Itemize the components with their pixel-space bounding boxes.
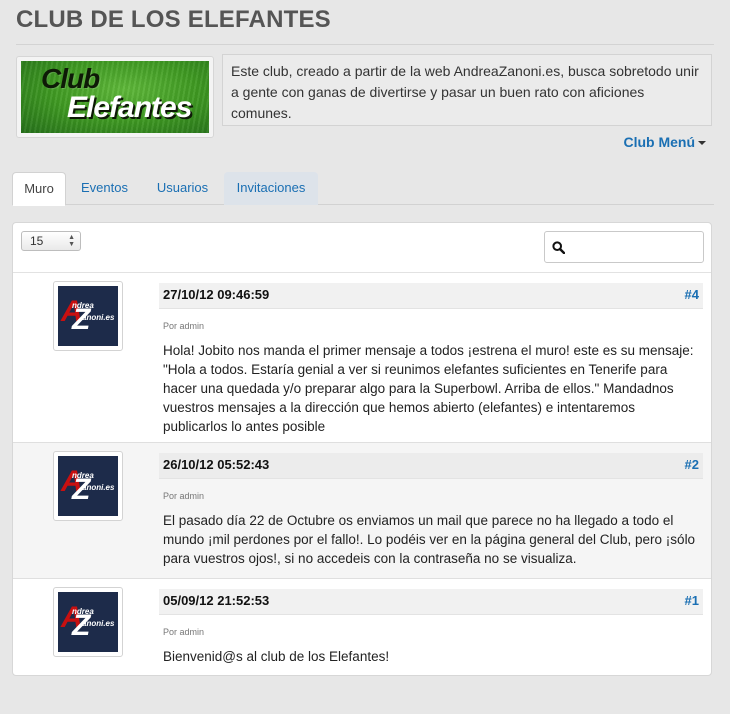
- club-description: Este club, creado a partir de la web And…: [222, 54, 712, 126]
- post-body: El pasado día 22 de Octubre os enviamos …: [163, 513, 696, 566]
- stepper-arrows-icon: ▲ ▼: [68, 234, 75, 248]
- tab-eventos[interactable]: Eventos: [68, 172, 141, 205]
- post-body: Bienvenid@s al club de los Elefantes!: [163, 649, 390, 664]
- post-author: Por admin: [163, 627, 205, 637]
- logo-text-elefantes: Elefantes: [67, 91, 192, 124]
- tab-muro[interactable]: Muro: [12, 172, 66, 206]
- club-logo: Club Elefantes: [21, 61, 209, 133]
- post-date: 26/10/12 05:52:43: [163, 457, 270, 472]
- avatar: A Z ndrea anoni.es: [53, 281, 123, 351]
- search-input[interactable]: [544, 231, 704, 263]
- wall-post: A Z ndrea anoni.es 05/09/12 21:52:53 #1 …: [13, 579, 711, 675]
- club-menu-dropdown[interactable]: Club Menú: [623, 134, 706, 150]
- post-header: 05/09/12 21:52:53 #1: [159, 589, 703, 615]
- wall-post: A Z ndrea anoni.es 27/10/12 09:46:59 #4 …: [13, 273, 711, 443]
- post-number-link[interactable]: #4: [685, 287, 699, 302]
- caret-down-icon: [698, 141, 706, 146]
- avatar-text-2: anoni.es: [82, 483, 115, 492]
- avatar-logo: A Z ndrea anoni.es: [58, 456, 118, 516]
- search-icon: [552, 241, 565, 254]
- post-date: 05/09/12 21:52:53: [163, 593, 270, 608]
- post-author: Por admin: [163, 321, 205, 331]
- avatar-logo: A Z ndrea anoni.es: [58, 592, 118, 652]
- wall-post: A Z ndrea anoni.es 26/10/12 05:52:43 #2 …: [13, 443, 711, 579]
- per-page-value: 15: [30, 234, 44, 248]
- avatar-logo: A Z ndrea anoni.es: [58, 286, 118, 346]
- post-number-link[interactable]: #2: [685, 457, 699, 472]
- post-header: 27/10/12 09:46:59 #4: [159, 283, 703, 309]
- avatar-text-2: anoni.es: [82, 313, 115, 322]
- club-logo-frame: Club Elefantes: [16, 56, 214, 138]
- tab-invitaciones[interactable]: Invitaciones: [224, 172, 318, 205]
- avatar: A Z ndrea anoni.es: [53, 587, 123, 657]
- page-title: CLUB DE LOS ELEFANTES: [16, 6, 331, 33]
- post-number-link[interactable]: #1: [685, 593, 699, 608]
- wall-toolbar: 15 ▲ ▼: [13, 223, 711, 273]
- tab-usuarios[interactable]: Usuarios: [143, 172, 222, 205]
- wall-panel: 15 ▲ ▼ A Z ndrea anoni.es 27/10/12 09:46:…: [12, 222, 712, 676]
- avatar-text-1: ndrea: [72, 301, 94, 310]
- avatar-text-2: anoni.es: [82, 619, 115, 628]
- per-page-select[interactable]: 15 ▲ ▼: [21, 231, 81, 251]
- post-date: 27/10/12 09:46:59: [163, 287, 270, 302]
- post-author: Por admin: [163, 491, 205, 501]
- post-header: 26/10/12 05:52:43 #2: [159, 453, 703, 479]
- avatar: A Z ndrea anoni.es: [53, 451, 123, 521]
- header-divider: [16, 44, 714, 45]
- club-menu-label: Club Menú: [623, 134, 695, 150]
- avatar-text-1: ndrea: [72, 607, 94, 616]
- post-body: Hola! Jobito nos manda el primer mensaje…: [163, 343, 694, 434]
- avatar-text-1: ndrea: [72, 471, 94, 480]
- tab-bar: Muro Eventos Usuarios Invitaciones: [12, 172, 714, 206]
